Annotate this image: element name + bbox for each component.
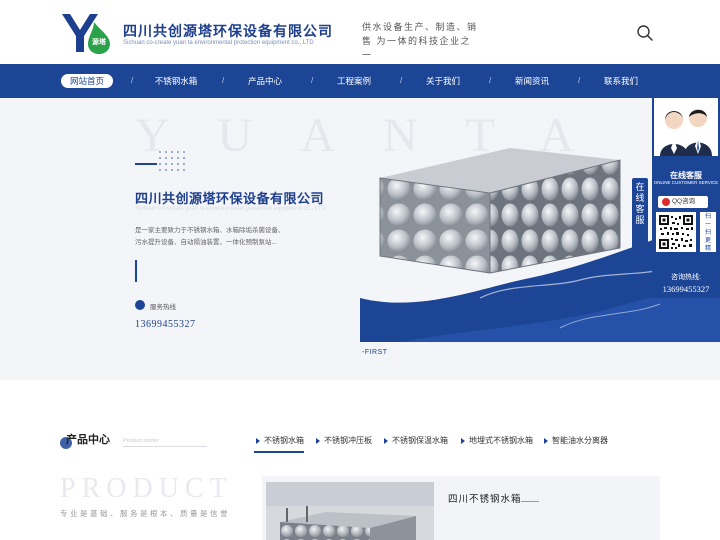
company-name: 四川共创源塔环保设备有限公司	[123, 23, 333, 39]
product-card-image	[266, 482, 434, 540]
section-title-line	[123, 446, 207, 447]
tab-stainless-tank[interactable]: 不锈钢水箱	[254, 433, 304, 453]
tab-buried-tank[interactable]: 地埋式不锈钢水箱	[459, 433, 533, 453]
slide-indicator: -FIRST	[362, 349, 388, 356]
product-center-title: 产品中心	[66, 434, 110, 446]
nav-separator: /	[311, 76, 314, 85]
company-name-en: Sichuan co-create yuan ta environmental …	[123, 40, 314, 46]
product-watermark: PRODUCT	[60, 473, 233, 504]
qr-caption: 扫 一 扫 更 精	[700, 212, 716, 252]
main-nav: 网站首页 / 不锈钢水箱 / 产品中心 / 工程案例 / 关于我们 / 新闻资讯…	[0, 64, 720, 98]
product-slogan: 专业是基础、服务是根本、质量是信誉	[60, 509, 230, 518]
nav-item-home[interactable]: 网站首页	[58, 64, 116, 98]
hero-description: 是一家主要致力于不锈钢水箱、水箱除垢杀菌设备、污水提升设备、自动隔油装置、一体化…	[135, 227, 285, 246]
hero-title: 四川共创源塔环保设备有限公司	[135, 191, 325, 206]
product-card-line	[521, 501, 539, 502]
customer-service-avatar	[654, 98, 718, 168]
nav-separator: /	[578, 76, 581, 85]
hero-divider	[135, 260, 137, 282]
product-card[interactable]: 四川不锈钢水箱	[262, 476, 660, 540]
consult-hotline-label: 咨询热线:	[671, 274, 701, 281]
logo-text: 源塔	[92, 37, 107, 46]
company-logo[interactable]: 源塔	[60, 12, 112, 54]
consult-hotline-number[interactable]: 13699455327	[652, 284, 720, 294]
search-icon[interactable]	[636, 24, 654, 42]
nav-item-products[interactable]: 产品中心	[240, 64, 290, 98]
qq-icon	[662, 198, 670, 206]
nav-separator: /	[222, 76, 225, 85]
qq-consult-button[interactable]: QQ咨询	[658, 196, 708, 208]
tab-oil-water-separator[interactable]: 智能油水分离器	[542, 433, 608, 453]
nav-item-stainless-tank[interactable]: 不锈钢水箱	[146, 64, 206, 98]
nav-separator: /	[131, 76, 134, 85]
nav-separator: /	[400, 76, 403, 85]
nav-item-about[interactable]: 关于我们	[418, 64, 468, 98]
hero-banner: YUANTA 四川共创源塔环保设备有限公司 Sichuan co-create …	[0, 98, 720, 380]
nav-item-contact[interactable]: 联系我们	[596, 64, 646, 98]
hero-dot-grid	[158, 150, 188, 179]
online-service-tab[interactable]: 在 线 客 服	[632, 178, 648, 252]
product-card-title: 四川不锈钢水箱	[448, 494, 522, 505]
online-service-panel: 在线客服 ONLINE CUSTOMER SERVICE QQ咨询 扫 一 扫 …	[652, 98, 720, 298]
phone-icon	[135, 300, 145, 310]
product-center-title-en: Product center	[123, 438, 159, 444]
nav-item-cases[interactable]: 工程案例	[329, 64, 379, 98]
nav-item-news[interactable]: 新闻资讯	[507, 64, 557, 98]
hero-accent-line	[135, 163, 157, 165]
hotline-label: 服务热线	[150, 304, 176, 311]
tab-insulated-tank[interactable]: 不锈钢保温水箱	[382, 433, 448, 453]
hero-subtitle: Sichuan co-create yuan ta environmental …	[135, 206, 326, 212]
tab-stamped-plate[interactable]: 不锈钢冲压板	[314, 433, 372, 453]
qr-code	[656, 212, 696, 252]
header-slogan: 供水设备生产、制造、销售 为一体的科技企业之一	[362, 22, 478, 60]
site-header: 源塔 四川共创源塔环保设备有限公司 Sichuan co-create yuan…	[0, 0, 720, 64]
service-title-en: ONLINE CUSTOMER SERVICE	[653, 180, 719, 185]
hotline-number[interactable]: 13699455327	[135, 319, 196, 330]
nav-separator: /	[489, 76, 492, 85]
